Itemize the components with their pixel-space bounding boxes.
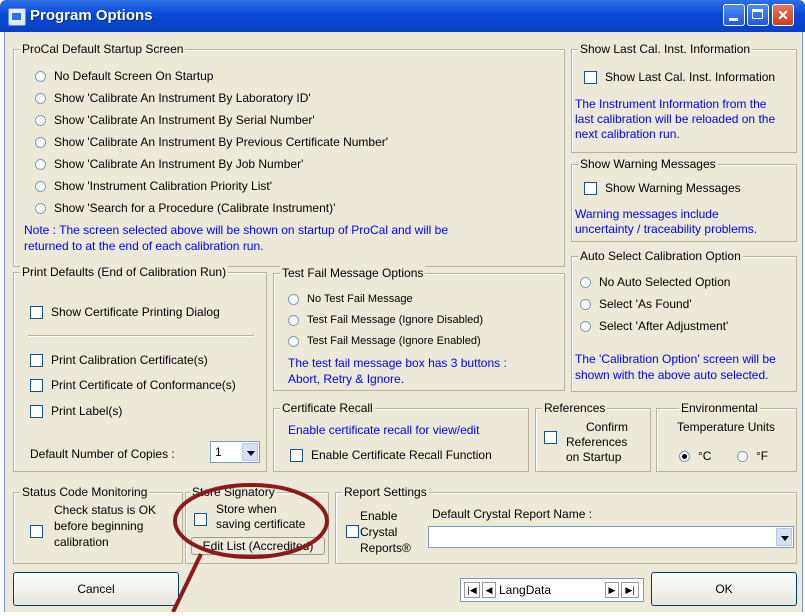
minimize-icon bbox=[729, 18, 738, 21]
minimize-button[interactable] bbox=[723, 4, 745, 26]
close-button[interactable]: ✕ bbox=[772, 4, 794, 26]
maximize-icon bbox=[752, 9, 763, 19]
annotation-ellipse bbox=[173, 483, 329, 559]
app-icon[interactable] bbox=[8, 8, 26, 26]
program-options-window: Program Options ✕ ProCal Default Startup… bbox=[0, 0, 805, 616]
dialog-client: ProCal Default Startup Screen No Default… bbox=[4, 32, 803, 612]
close-icon: ✕ bbox=[777, 7, 789, 23]
title-bar[interactable]: Program Options ✕ bbox=[0, 0, 805, 32]
annotation-pointer bbox=[171, 553, 203, 612]
maximize-button[interactable] bbox=[747, 4, 769, 26]
annotation-overlay bbox=[171, 483, 329, 612]
window-title: Program Options bbox=[30, 7, 153, 24]
